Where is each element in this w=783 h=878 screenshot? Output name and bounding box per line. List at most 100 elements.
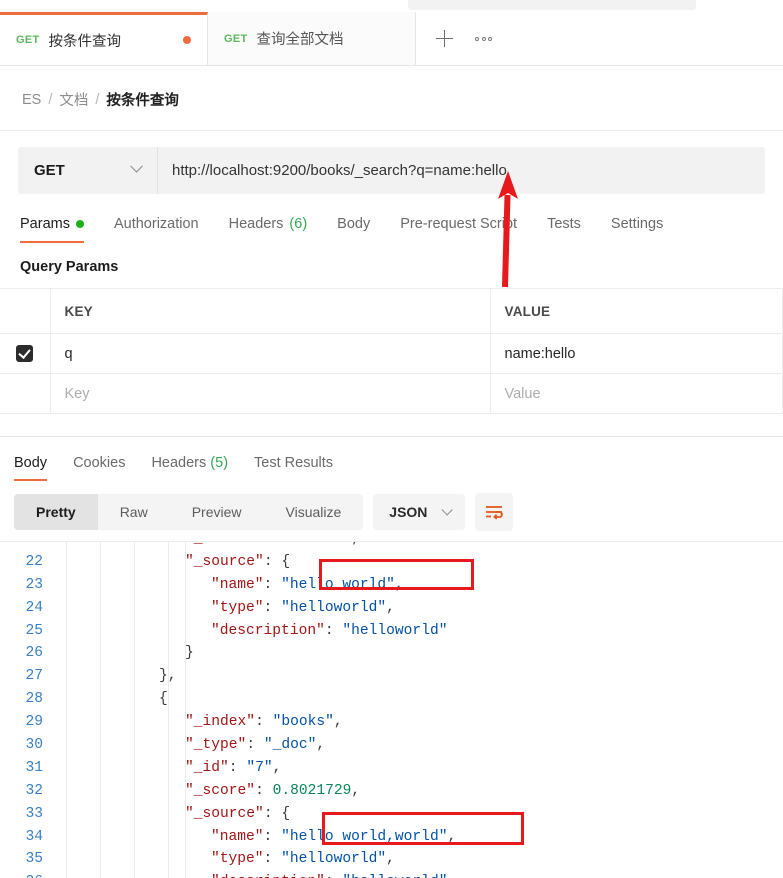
line-number: 24 xyxy=(25,599,43,616)
tab-pre-request-script-label: Pre-request Script xyxy=(400,216,518,232)
token-str: "7" xyxy=(246,759,273,776)
response-tab-headers-label: Headers xyxy=(151,455,207,471)
row-2-checkbox-cell[interactable] xyxy=(0,373,51,414)
tab-body[interactable]: Body xyxy=(337,216,370,243)
token-pun: : xyxy=(255,714,273,731)
code-text: "_type": "_doc", xyxy=(55,734,325,757)
line-number: 29 xyxy=(25,714,43,731)
token-pun: : xyxy=(255,782,273,799)
token-pun: : xyxy=(263,576,282,593)
row-1-value[interactable]: name:hello xyxy=(490,333,783,374)
global-search-bar[interactable] xyxy=(408,0,696,10)
token-str: "hello world" xyxy=(281,576,395,593)
code-line: 29 "_index": "books", xyxy=(0,711,783,734)
response-body-code[interactable]: 21"_score": 0.8021729,22"_source": {23"n… xyxy=(0,541,783,878)
line-number: 33 xyxy=(25,805,43,822)
breadcrumb-root[interactable]: ES xyxy=(22,92,41,108)
response-section-tabs: Body Cookies Headers (5) Test Results xyxy=(0,437,783,481)
response-tab-body[interactable]: Body xyxy=(14,455,48,481)
line-number: 23 xyxy=(25,576,43,593)
header-value: VALUE xyxy=(490,288,783,334)
token-key: "description" xyxy=(211,874,325,878)
breadcrumb-current: 按条件查询 xyxy=(106,93,179,109)
request-tab-2-method: GET xyxy=(224,32,248,45)
line-number: 35 xyxy=(25,851,43,868)
row-1-key[interactable]: q xyxy=(50,333,491,374)
ellipsis-icon[interactable] xyxy=(475,36,492,41)
token-str: "helloworld" xyxy=(342,874,447,878)
format-pretty-button[interactable]: Pretty xyxy=(14,494,98,530)
row-2-key-input[interactable]: Key xyxy=(50,373,491,414)
token-pun: : { xyxy=(263,553,291,570)
chevron-down-icon xyxy=(130,159,143,173)
response-tab-test-results-label: Test Results xyxy=(254,455,334,471)
tab-settings[interactable]: Settings xyxy=(611,216,663,243)
line-number: 25 xyxy=(25,622,43,639)
row-1-checkbox[interactable] xyxy=(16,345,34,362)
request-tab-2[interactable]: GET 查询全部文档 xyxy=(208,12,416,65)
query-params-title: Query Params xyxy=(20,259,119,275)
row-1-checkbox-cell[interactable] xyxy=(0,333,51,374)
http-method-select[interactable]: GET xyxy=(18,147,158,194)
breadcrumb-folder[interactable]: 文档 xyxy=(59,89,88,110)
plus-icon[interactable] xyxy=(436,30,453,47)
token-key: "_source" xyxy=(185,553,264,570)
token-pun: : xyxy=(263,599,282,616)
token-pun: , xyxy=(316,737,326,754)
token-pun: , xyxy=(333,714,343,731)
token-key: "_id" xyxy=(185,759,229,776)
token-key: "name" xyxy=(211,576,264,593)
code-text: "_id": "7", xyxy=(55,757,281,780)
tab-pre-request-script[interactable]: Pre-request Script xyxy=(400,216,517,243)
breadcrumb-separator-1: / xyxy=(48,91,53,108)
token-str: "helloworld" xyxy=(281,851,387,868)
code-text: "name": "hello world,world", xyxy=(55,826,456,849)
code-text: { xyxy=(55,688,168,711)
row-2-value-input[interactable]: Value xyxy=(490,373,783,414)
tab-body-label: Body xyxy=(337,216,371,232)
token-pun: : xyxy=(263,828,282,845)
format-visualize-button[interactable]: Visualize xyxy=(264,494,364,530)
response-tab-headers-count: (5) xyxy=(210,455,229,471)
token-pun: : { xyxy=(263,805,291,822)
word-wrap-button[interactable] xyxy=(475,493,514,531)
header-checkbox-cell xyxy=(0,288,51,334)
tab-headers-label: Headers xyxy=(228,216,284,232)
format-raw-button[interactable]: Raw xyxy=(98,494,170,530)
format-preview-button[interactable]: Preview xyxy=(170,494,264,530)
tab-tests[interactable]: Tests xyxy=(547,216,581,243)
tab-bar-actions xyxy=(416,12,783,65)
code-line: 23 "name": "hello world", xyxy=(0,574,783,597)
request-tab-1-method: GET xyxy=(16,34,40,46)
token-num: 0.8021729 xyxy=(272,782,352,799)
line-number: 21 xyxy=(0,542,55,551)
tab-authorization[interactable]: Authorization xyxy=(114,216,199,243)
code-line: 25 "description": "helloworld" xyxy=(0,620,783,643)
code-line: 33 "_source": { xyxy=(0,803,783,826)
request-tab-1[interactable]: GET 按条件查询 xyxy=(0,12,208,65)
line-number: 27 xyxy=(25,668,43,685)
response-tab-cookies[interactable]: Cookies xyxy=(73,455,125,481)
token-key: "_source" xyxy=(185,805,264,822)
code-text: "_source": { xyxy=(55,803,290,826)
tab-params[interactable]: Params xyxy=(20,216,84,243)
response-tab-cookies-label: Cookies xyxy=(73,455,126,471)
url-input[interactable]: http://localhost:9200/books/_search?q=na… xyxy=(158,147,765,194)
response-tab-test-results[interactable]: Test Results xyxy=(254,455,333,481)
line-number: 22 xyxy=(25,553,43,570)
tab-headers[interactable]: Headers (6) xyxy=(229,216,308,243)
url-bar-container: GET http://localhost:9200/books/_search?… xyxy=(0,131,783,194)
line-number: 28 xyxy=(25,691,43,708)
token-key: "_type" xyxy=(185,737,247,754)
token-str: "helloworld" xyxy=(281,599,387,616)
code-line: 30 "_type": "_doc", xyxy=(0,734,783,757)
token-pun: : xyxy=(263,851,282,868)
code-text: "name": "hello world", xyxy=(55,574,404,597)
tab-authorization-label: Authorization xyxy=(113,216,199,232)
response-language-label: JSON xyxy=(389,504,428,520)
tab-params-label: Params xyxy=(20,216,70,232)
code-line: 34 "name": "hello world,world", xyxy=(0,826,783,849)
code-text: "_index": "books", xyxy=(55,711,343,734)
response-language-select[interactable]: JSON xyxy=(373,494,466,530)
response-tab-headers[interactable]: Headers (5) xyxy=(151,455,228,481)
